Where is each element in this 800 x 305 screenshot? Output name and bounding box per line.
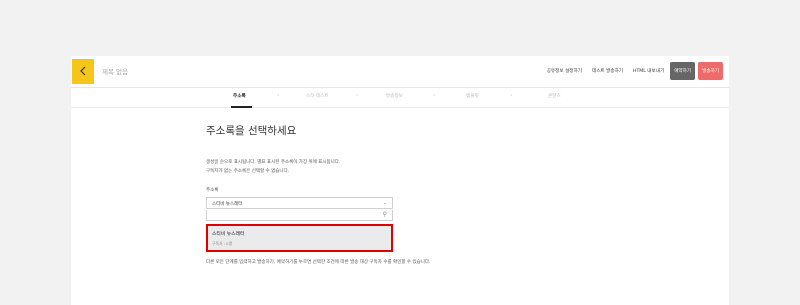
- chevron-down-icon: ⌄: [382, 200, 387, 206]
- step-content[interactable]: 콘텐츠: [548, 93, 561, 99]
- email-title[interactable]: 제목 없음: [102, 66, 547, 76]
- description-line: 생성일 순으로 표시됩니다. 별표 표시된 주소록이 가장 위에 표시됩니다.: [206, 160, 341, 165]
- html-export-link[interactable]: HTML 내보내기: [633, 68, 664, 74]
- step-navigation: 주소록 › 스타 테스트 › 발송정보 › 템플릿 › 콘텐츠: [71, 88, 729, 107]
- chevron-right-icon: ›: [277, 92, 280, 99]
- send-button[interactable]: 발송하기: [698, 62, 723, 80]
- divider: [71, 107, 729, 108]
- chevron-right-icon: ›: [356, 92, 359, 99]
- step-send-info[interactable]: 발송정보: [386, 93, 403, 99]
- selected-value: 스티비 뉴스레터: [212, 202, 243, 207]
- chevron-right-icon: ›: [510, 92, 513, 99]
- step-template[interactable]: 템플릿: [466, 93, 479, 99]
- back-button[interactable]: [72, 58, 94, 84]
- page-title: 주소록을 선택하세요: [206, 125, 297, 137]
- description-line: 구독자가 없는 주소록은 선택할 수 없습니다.: [206, 169, 290, 174]
- option-subscriber-count: 구독자 : 0명: [212, 241, 233, 246]
- step-test[interactable]: 스타 테스트: [306, 93, 329, 99]
- share-settings-link[interactable]: 공유정보 설정하기: [547, 68, 582, 74]
- test-send-link[interactable]: 테스트 발송하기: [592, 68, 623, 74]
- info-note: 다른 모든 단계를 입력하고 발송하기, 예약하기를 누르면 선택한 조건에 따…: [206, 260, 431, 265]
- schedule-button[interactable]: 예약하기: [670, 62, 696, 80]
- search-icon: ⚲: [382, 211, 387, 218]
- field-label: 주소록: [206, 188, 219, 193]
- option-title: 스티비 뉴스레터: [212, 232, 245, 237]
- header-actions: 공유정보 설정하기 테스트 발송하기 HTML 내보내기: [547, 68, 664, 74]
- app-frame: 제목 없음 공유정보 설정하기 테스트 발송하기 HTML 내보내기 예약하기 …: [71, 56, 729, 305]
- address-book-select[interactable]: 스티비 뉴스레터 ⌄: [206, 197, 393, 209]
- step-address-book[interactable]: 주소록: [233, 93, 246, 99]
- top-bar: 제목 없음 공유정보 설정하기 테스트 발송하기 HTML 내보내기 예약하기 …: [71, 56, 729, 86]
- search-input[interactable]: ⚲: [206, 210, 393, 221]
- active-step-indicator: [231, 106, 252, 108]
- chevron-right-icon: ›: [433, 92, 436, 99]
- chevron-left-icon: [80, 66, 86, 76]
- dropdown-option[interactable]: 스티비 뉴스레터 구독자 : 0명: [206, 224, 393, 252]
